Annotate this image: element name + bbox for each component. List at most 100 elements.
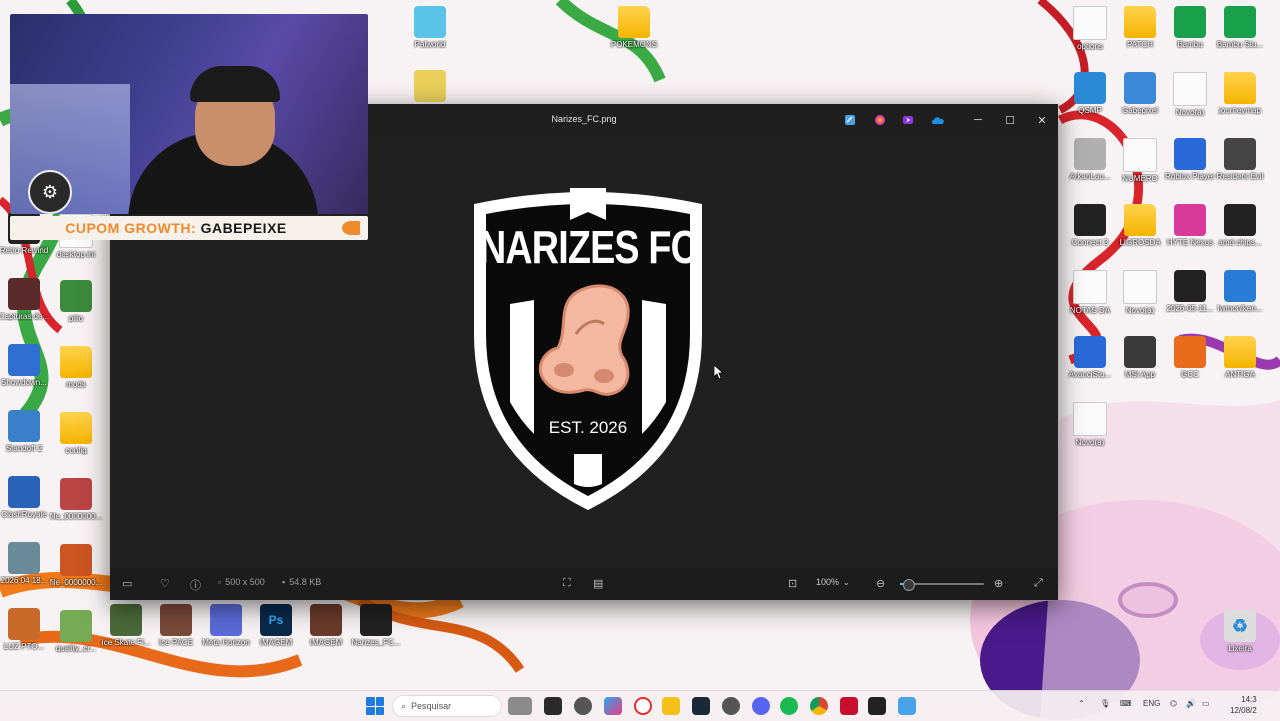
desktop-icon[interactable]: Bambu Stu...	[1210, 6, 1270, 49]
desktop-icon[interactable]: pilio	[46, 280, 106, 323]
language-indicator[interactable]: ENG	[1143, 699, 1160, 708]
edit-image-icon[interactable]	[840, 110, 860, 130]
desktop-icon[interactable]: file_0000000...	[46, 544, 106, 587]
filmstrip-icon[interactable]: ▭	[122, 577, 132, 590]
msi-center-icon[interactable]	[840, 697, 858, 715]
microphone-icon[interactable]: 🎙	[1100, 699, 1110, 708]
app-icon	[1224, 6, 1256, 38]
doc-icon	[1073, 270, 1107, 304]
fish-icon	[342, 221, 360, 235]
desktop-icon-label: amd chips...	[1218, 238, 1262, 247]
app-icon	[414, 6, 446, 38]
desktop-icon[interactable]: Novo(a)	[1060, 402, 1120, 447]
app-icon	[1074, 72, 1106, 104]
network-icon[interactable]: ⌬	[1170, 699, 1177, 708]
maximize-button[interactable]: ☐	[1000, 110, 1020, 130]
desktop-icon[interactable]: ANTIGA	[1210, 336, 1270, 379]
copilot-icon[interactable]	[604, 697, 622, 715]
zoom-slider[interactable]	[900, 579, 984, 591]
taskbar-search[interactable]: ⌕ Pesquisar	[392, 695, 502, 717]
clock[interactable]: 14:3 12/08/2	[1230, 694, 1257, 716]
app-icon	[1074, 204, 1106, 236]
disk-icon: ▪	[282, 577, 286, 587]
desktop-icon[interactable]: POKEMONS	[604, 6, 664, 49]
app-icon	[1074, 336, 1106, 368]
desktop-icon[interactable]: journeymap	[1210, 72, 1270, 115]
zoom-slider-thumb[interactable]	[903, 579, 916, 591]
file-info-icon[interactable]: ⓘ	[190, 577, 201, 593]
desktop-icon[interactable]: Resident Evil	[1210, 138, 1270, 181]
discord-icon[interactable]	[752, 697, 770, 715]
zoom-level-dropdown[interactable]: 100% ⌄	[816, 577, 850, 587]
tray-overflow-chevron-icon[interactable]: ⌃	[1078, 699, 1085, 708]
taskbar-widget-icon[interactable]	[508, 697, 532, 715]
coupon-code: GABEPEIXE	[200, 220, 287, 236]
desktop-icon[interactable]: mods	[46, 346, 106, 389]
start-tile	[375, 697, 384, 706]
volume-icon[interactable]: 🔊	[1186, 699, 1196, 708]
onedrive-icon[interactable]	[928, 110, 948, 130]
file-explorer-icon[interactable]	[662, 697, 680, 715]
desktop-icon-label: POKEMONS	[610, 40, 658, 49]
zoom-out-icon[interactable]: ⊖	[876, 577, 885, 590]
desktop-icon[interactable]: ♻ Lixeira	[1210, 610, 1270, 653]
desktop-icon[interactable]: file_0000000...	[46, 478, 106, 521]
streamer-logo-icon: ⚙	[28, 170, 72, 214]
coupon-prefix: CUPOM GROWTH:	[65, 220, 197, 236]
narizes-fc-crest: NARIZES FC EST. 2026	[454, 184, 722, 514]
desktop-icon[interactable]: config	[46, 412, 106, 455]
keyboard-icon[interactable]: ⌨	[1120, 699, 1132, 708]
desktop-icon[interactable]: Iwmoniken...	[1210, 270, 1270, 313]
fullscreen-icon[interactable]: ⤢	[1034, 577, 1043, 590]
search-icon: ⌕	[401, 700, 407, 711]
doc-icon	[1073, 6, 1107, 40]
paint-icon[interactable]	[870, 110, 890, 130]
app-icon	[1174, 138, 1206, 170]
chrome-icon[interactable]	[810, 697, 828, 715]
doc-icon	[1123, 270, 1157, 304]
clipchamp-icon[interactable]	[898, 110, 918, 130]
start-tile	[366, 697, 375, 706]
app-icon	[360, 604, 392, 636]
folder-icon	[60, 346, 92, 378]
taskbar-app-icon[interactable]	[722, 697, 740, 715]
app-icon	[160, 604, 192, 636]
fit-to-window-icon[interactable]: ⊡	[788, 577, 797, 590]
start-button[interactable]	[366, 697, 384, 715]
zoom-in-icon[interactable]: ⊕	[994, 577, 1003, 590]
close-button[interactable]: ✕	[1032, 110, 1052, 130]
app-icon	[8, 410, 40, 442]
crest-team-name: NARIZES FC	[478, 221, 698, 273]
desktop-icon-label: desktop.ini	[56, 250, 96, 259]
zoom-level-text: 100%	[816, 577, 840, 587]
desktop-icon[interactable]: amd chips...	[1210, 204, 1270, 247]
battery-icon[interactable]: ▭	[1202, 699, 1210, 708]
clock-date: 12/08/2	[1230, 706, 1257, 715]
app-icon	[1224, 204, 1256, 236]
desktop-icon[interactable]: Narizes_FC...	[346, 604, 406, 647]
desktop-icon-label: config	[65, 446, 87, 455]
visual-search-icon[interactable]: ⛶	[563, 577, 571, 590]
taskbar-app-icon[interactable]	[574, 697, 592, 715]
folder-icon	[1124, 204, 1156, 236]
favorite-heart-icon[interactable]: ♡	[160, 577, 170, 590]
app-icon	[60, 544, 92, 576]
photos-app-icon[interactable]	[898, 697, 916, 715]
desktop-icon-label: Bambu Stu...	[1216, 40, 1264, 49]
minimize-button[interactable]: ─	[968, 110, 988, 130]
spotify-icon[interactable]	[780, 697, 798, 715]
app-icon	[1124, 336, 1156, 368]
desktop-icon[interactable]: Palworld	[400, 6, 460, 49]
opera-icon[interactable]	[634, 697, 652, 715]
folder-icon	[1224, 72, 1256, 104]
app-icon	[210, 604, 242, 636]
app-icon	[8, 476, 40, 508]
start-tile	[375, 706, 384, 715]
desktop-icon-label: Narizes_FC...	[351, 638, 401, 647]
text-extract-icon[interactable]: ▤	[593, 577, 603, 590]
task-view-icon[interactable]	[544, 697, 562, 715]
steam-icon[interactable]	[692, 697, 710, 715]
taskbar-app-icon[interactable]	[868, 697, 886, 715]
doc-icon	[1073, 402, 1107, 436]
image-file-size: ▪ 54.8 KB	[282, 577, 321, 587]
